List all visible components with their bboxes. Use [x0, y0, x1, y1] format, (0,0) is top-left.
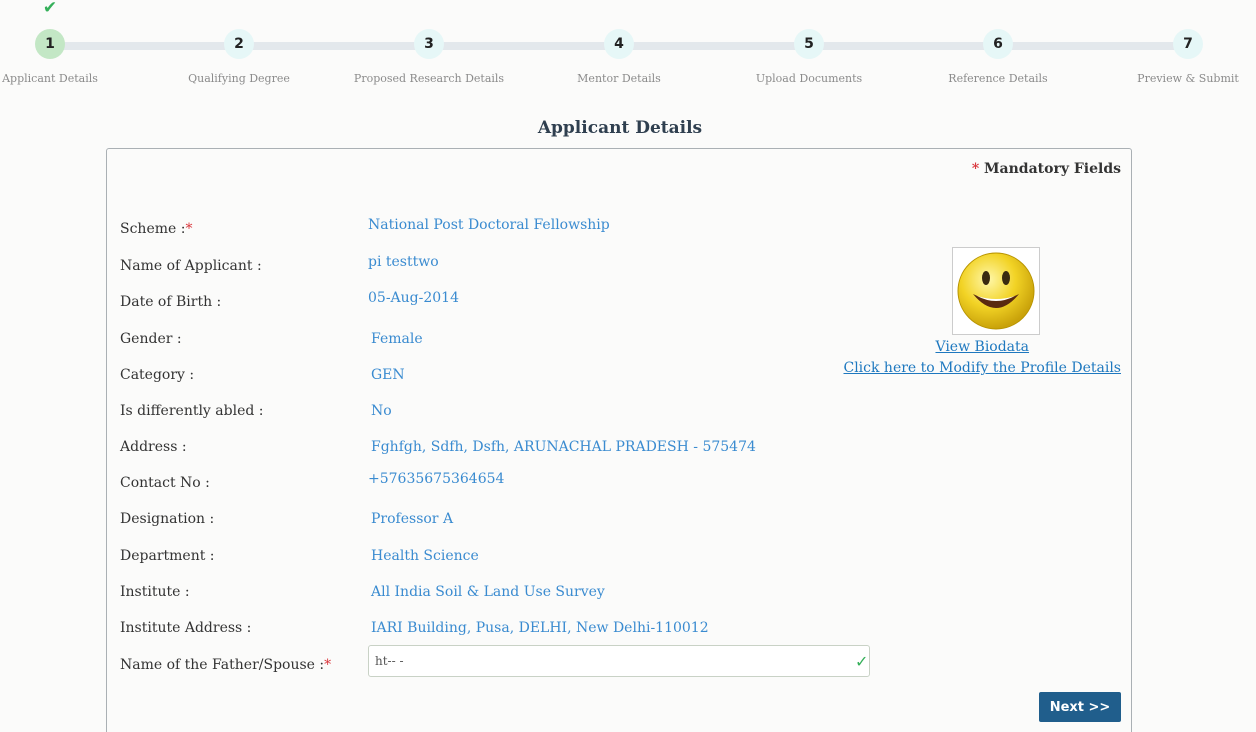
row-differently-abled: Is differently abled : No — [120, 399, 880, 423]
department-label: Department : — [120, 548, 215, 564]
row-category: Category : GEN — [120, 363, 880, 387]
step-label: Mentor Details — [577, 72, 661, 85]
row-contact: Contact No : +57635675364654 — [120, 471, 880, 495]
row-scheme: Scheme :* National Post Doctoral Fellows… — [120, 217, 880, 241]
father-spouse-label: Name of the Father/Spouse :* — [120, 657, 332, 673]
gender-value: Female — [371, 331, 423, 347]
required-star: * — [185, 221, 193, 237]
row-gender: Gender : Female — [120, 327, 880, 351]
row-institute-address: Institute Address : IARI Building, Pusa,… — [120, 616, 880, 640]
row-address: Address : Fghfgh, Sdfh, Dsfh, ARUNACHAL … — [120, 435, 880, 459]
row-designation: Designation : Professor A — [120, 507, 880, 531]
step-number: 7 — [1173, 29, 1203, 59]
institute-address-label: Institute Address : — [120, 620, 252, 636]
applicant-details-panel: * Mandatory Fields Scheme :* National Po… — [106, 148, 1132, 732]
step-number: 6 — [983, 29, 1013, 59]
step-label: Proposed Research Details — [353, 72, 505, 85]
dob-value: 05-Aug-2014 — [368, 290, 459, 306]
institute-address-value: IARI Building, Pusa, DELHI, New Delhi-11… — [371, 620, 709, 636]
name-label: Name of Applicant : — [120, 258, 262, 274]
step-label: Applicant Details — [2, 72, 98, 85]
row-institute: Institute : All India Soil & Land Use Su… — [120, 580, 880, 604]
step-number: 1 — [35, 29, 65, 59]
page-title: Applicant Details — [537, 118, 703, 138]
profile-links: View Biodata Click here to Modify the Pr… — [843, 337, 1121, 379]
next-button[interactable]: Next >> — [1039, 692, 1121, 722]
father-spouse-input[interactable] — [368, 645, 870, 677]
address-label: Address : — [120, 439, 187, 455]
differently-abled-value: No — [371, 403, 392, 419]
dob-label: Date of Birth : — [120, 294, 222, 310]
category-value: GEN — [371, 367, 405, 383]
step-number: 3 — [414, 29, 444, 59]
check-icon: ✔ — [42, 0, 58, 18]
contact-label: Contact No : — [120, 475, 210, 491]
smiley-face-icon — [957, 252, 1035, 330]
differently-abled-label: Is differently abled : — [120, 403, 264, 419]
step-number: 4 — [604, 29, 634, 59]
scheme-label: Scheme :* — [120, 221, 193, 237]
institute-value: All India Soil & Land Use Survey — [371, 584, 605, 600]
step-label: Reference Details — [948, 72, 1048, 85]
contact-value: +57635675364654 — [368, 471, 505, 487]
scheme-value: National Post Doctoral Fellowship — [368, 217, 610, 233]
institute-label: Institute : — [120, 584, 190, 600]
row-name: Name of Applicant : pi testtwo — [120, 254, 880, 278]
modify-profile-link[interactable]: Click here to Modify the Profile Details — [843, 358, 1121, 379]
address-value: Fghfgh, Sdfh, Dsfh, ARUNACHAL PRADESH - … — [371, 439, 756, 455]
step-number: 5 — [794, 29, 824, 59]
valid-check-icon: ✓ — [855, 652, 869, 671]
view-biodata-link[interactable]: View Biodata — [843, 337, 1121, 358]
required-star: * — [971, 161, 980, 177]
required-star: * — [324, 657, 332, 673]
row-dob: Date of Birth : 05-Aug-2014 — [120, 290, 880, 314]
step-label: Preview & Submit — [1137, 72, 1239, 85]
mandatory-fields-note: * Mandatory Fields — [972, 161, 1121, 177]
designation-value: Professor A — [371, 511, 454, 527]
name-value: pi testtwo — [368, 254, 439, 270]
mandatory-fields-text: Mandatory Fields — [984, 161, 1121, 177]
department-value: Health Science — [371, 548, 479, 564]
designation-label: Designation : — [120, 511, 215, 527]
category-label: Category : — [120, 367, 195, 383]
step-label: Qualifying Degree — [188, 72, 290, 85]
gender-label: Gender : — [120, 331, 182, 347]
applicant-photo — [952, 247, 1040, 335]
step-label: Upload Documents — [755, 72, 863, 85]
progress-stepper: ✔ 1 Applicant Details 2 Qualifying Degre… — [0, 0, 1256, 100]
row-department: Department : Health Science — [120, 544, 880, 568]
step-number: 2 — [224, 29, 254, 59]
